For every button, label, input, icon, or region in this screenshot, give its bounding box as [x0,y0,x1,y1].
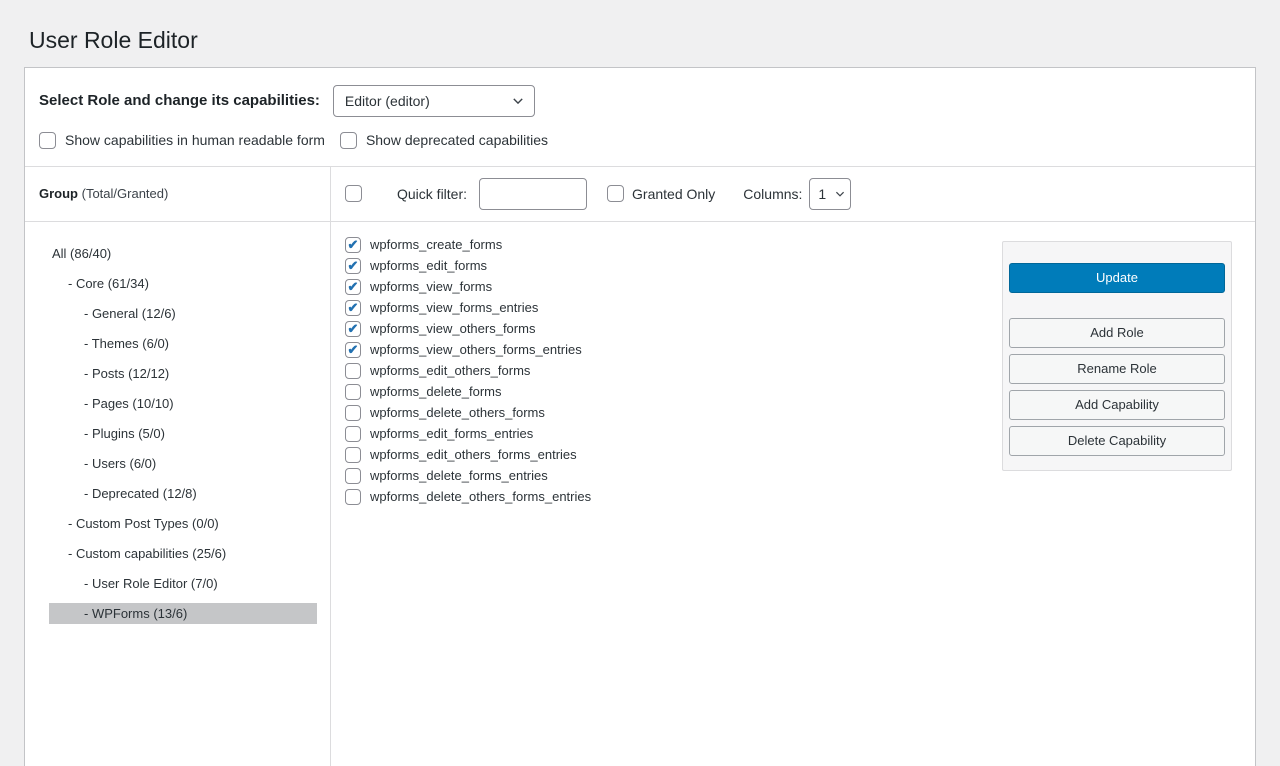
group-item-label: - Deprecated (12/8) [84,486,197,501]
quick-filter-input[interactable] [479,178,587,210]
capability-checkbox[interactable] [345,342,361,358]
group-item[interactable]: - Posts (12/12) [49,363,317,384]
main-panel: Select Role and change its capabilities:… [24,67,1256,766]
add-capability-button[interactable]: Add Capability [1009,390,1225,420]
capability-checkbox[interactable] [345,321,361,337]
chevron-down-icon [834,188,846,200]
group-item-label: - Themes (6/0) [84,336,169,351]
group-item[interactable]: - Users (6/0) [49,453,317,474]
group-item[interactable]: - Themes (6/0) [49,333,317,354]
capability-row[interactable]: wpforms_delete_others_forms_entries [345,489,1241,505]
columns-select-value: 1 [818,186,826,202]
group-item-label: - User Role Editor (7/0) [84,576,218,591]
granted-only-label: Granted Only [632,186,715,202]
capability-checkbox[interactable] [345,258,361,274]
group-item-label: - WPForms (13/6) [84,606,187,621]
show-deprecated-label: Show deprecated capabilities [366,132,548,148]
group-item[interactable]: - Custom capabilities (25/6) [49,543,317,564]
group-item-label: - Pages (10/10) [84,396,174,411]
group-item[interactable]: - Pages (10/10) [49,393,317,414]
role-selector-row: Select Role and change its capabilities:… [25,68,1255,130]
capability-label: wpforms_edit_forms_entries [370,426,533,441]
group-header-suffix: (Total/Granted) [82,186,169,201]
delete-capability-button[interactable]: Delete Capability [1009,426,1225,456]
group-item[interactable]: - WPForms (13/6) [49,603,317,624]
capability-label: wpforms_delete_others_forms [370,405,545,420]
role-select-label: Select Role and change its capabilities: [39,92,320,109]
capability-checkbox[interactable] [345,363,361,379]
group-item-label: - Users (6/0) [84,456,156,471]
capabilities-area: wpforms_create_forms wpforms_edit_forms … [331,222,1255,766]
group-item-label: - Plugins (5/0) [84,426,165,441]
group-item[interactable]: - Custom Post Types (0/0) [49,513,317,534]
capability-label: wpforms_delete_forms_entries [370,468,548,483]
show-deprecated-checkbox[interactable] [340,132,357,149]
group-item-label: - Custom Post Types (0/0) [68,516,219,531]
capability-checkbox[interactable] [345,468,361,484]
capability-checkbox[interactable] [345,447,361,463]
group-item-label: - General (12/6) [84,306,176,321]
quick-filter-label: Quick filter: [397,186,467,202]
capability-label: wpforms_create_forms [370,237,502,252]
capability-checkbox[interactable] [345,237,361,253]
group-item[interactable]: - Plugins (5/0) [49,423,317,444]
columns-select[interactable]: 1 [809,178,851,210]
columns-label: Columns: [743,186,802,202]
role-select[interactable]: Editor (editor) [333,85,535,117]
filter-bar: Quick filter: Granted Only Columns: 1 [331,167,1255,221]
capability-label: wpforms_view_forms [370,279,492,294]
capability-checkbox[interactable] [345,300,361,316]
grid-header: Group (Total/Granted) Quick filter: Gran… [25,166,1255,222]
capability-label: wpforms_view_others_forms [370,321,535,336]
group-item[interactable]: All (86/40) [49,243,317,264]
display-options-row: Show capabilities in human readable form… [25,130,1255,166]
capability-label: wpforms_delete_others_forms_entries [370,489,591,504]
actions-panel: Update Add Role Rename Role Add Capabili… [1002,241,1232,471]
capability-label: wpforms_view_others_forms_entries [370,342,582,357]
add-role-button[interactable]: Add Role [1009,318,1225,348]
group-item-label: - Posts (12/12) [84,366,169,381]
page-title: User Role Editor [0,0,1280,55]
group-item[interactable]: - Deprecated (12/8) [49,483,317,504]
group-header-title: Group [39,186,78,201]
update-button[interactable]: Update [1009,263,1225,293]
grid-body: All (86/40) - Core (61/34) - General (12… [25,222,1255,766]
group-column-header: Group (Total/Granted) [25,167,331,221]
group-item-label: - Core (61/34) [68,276,149,291]
group-item[interactable]: - User Role Editor (7/0) [49,573,317,594]
group-item-label: - Custom capabilities (25/6) [68,546,226,561]
rename-role-button[interactable]: Rename Role [1009,354,1225,384]
capability-label: wpforms_edit_forms [370,258,487,273]
granted-only-checkbox[interactable] [607,185,624,202]
human-readable-checkbox[interactable] [39,132,56,149]
group-item[interactable]: - Core (61/34) [49,273,317,294]
capability-label: wpforms_delete_forms [370,384,502,399]
select-all-checkbox[interactable] [345,185,362,202]
human-readable-label: Show capabilities in human readable form [65,132,325,148]
capability-label: wpforms_edit_others_forms [370,363,530,378]
role-select-value: Editor (editor) [345,93,430,109]
show-deprecated-option[interactable]: Show deprecated capabilities [340,132,548,149]
chevron-down-icon [511,94,525,108]
capability-label: wpforms_view_forms_entries [370,300,538,315]
capability-checkbox[interactable] [345,384,361,400]
capability-checkbox[interactable] [345,405,361,421]
human-readable-option[interactable]: Show capabilities in human readable form [39,132,325,149]
capability-checkbox[interactable] [345,279,361,295]
capability-checkbox[interactable] [345,489,361,505]
groups-tree: All (86/40) - Core (61/34) - General (12… [25,222,331,766]
capability-label: wpforms_edit_others_forms_entries [370,447,577,462]
capability-checkbox[interactable] [345,426,361,442]
group-item-label: All (86/40) [52,246,111,261]
group-item[interactable]: - General (12/6) [49,303,317,324]
